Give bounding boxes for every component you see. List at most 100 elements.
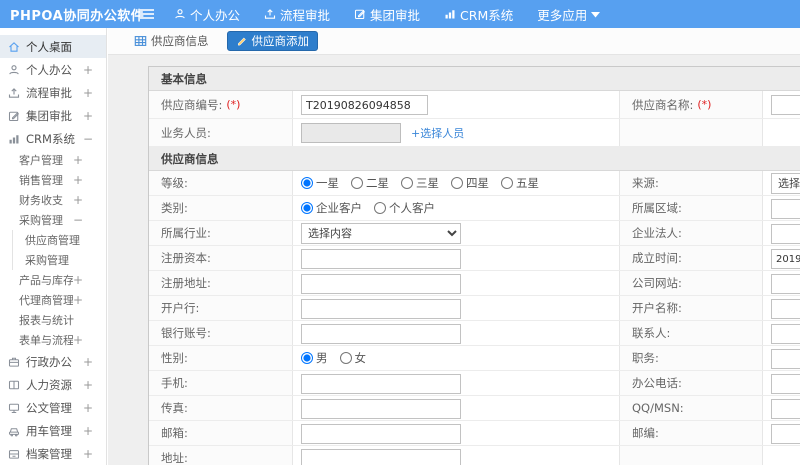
tab-item[interactable]: 供应商添加 — [226, 31, 318, 51]
sidebar-item-人力资源[interactable]: 人力资源 + — [0, 373, 106, 396]
level-radio[interactable] — [401, 177, 413, 189]
expand-plus-icon[interactable]: + — [83, 424, 93, 438]
radio-option[interactable]: 二星 — [351, 175, 389, 191]
expand-plus-icon[interactable]: + — [73, 193, 83, 207]
radio-option[interactable]: 三星 — [401, 175, 439, 191]
radio-option[interactable]: 女 — [339, 350, 366, 366]
chart-icon — [7, 133, 20, 145]
level-radio[interactable] — [451, 177, 463, 189]
sidebar-item-label: 人力资源 — [26, 377, 72, 392]
field-label: 性别: — [149, 346, 293, 370]
expand-plus-icon[interactable]: + — [73, 173, 83, 187]
sidebar-item-档案管理[interactable]: 档案管理 + — [0, 442, 106, 465]
expand-plus-icon[interactable]: + — [73, 153, 83, 167]
sidebar-item-代理商管理[interactable]: 代理商管理 + — [0, 290, 106, 310]
gender-radio[interactable] — [339, 352, 352, 364]
doc-icon — [7, 402, 20, 414]
mobile-input[interactable] — [301, 373, 461, 394]
sidebar-item-行政办公[interactable]: 行政办公 + — [0, 350, 106, 373]
category-radio[interactable] — [374, 202, 386, 214]
sidebar-item-个人办公[interactable]: 个人办公 + — [0, 58, 106, 81]
expand-plus-icon[interactable]: + — [73, 273, 83, 287]
tab-item[interactable]: 供应商信息 — [126, 31, 217, 51]
upload-icon — [7, 87, 20, 99]
sidebar-item-公文管理[interactable]: 公文管理 + — [0, 396, 106, 419]
expand-plus-icon[interactable]: + — [73, 333, 83, 347]
expand-plus-icon[interactable]: + — [83, 86, 93, 100]
bank-input[interactable] — [301, 298, 461, 319]
sidebar-item-报表与统计[interactable]: 报表与统计 — [0, 310, 106, 330]
sidebar-item-采购管理[interactable]: 采购管理 — [0, 250, 106, 270]
staff-input[interactable] — [301, 123, 401, 144]
topbar-menu-item[interactable]: 个人办公 — [174, 5, 240, 24]
expand-plus-icon[interactable]: + — [73, 293, 83, 307]
field-label: 开户名称: — [619, 296, 763, 320]
industry-select[interactable]: 选择内容 — [301, 223, 461, 244]
expand-plus-icon[interactable]: + — [83, 109, 93, 123]
radio-option[interactable]: 四星 — [451, 175, 489, 191]
email-input[interactable] — [301, 423, 461, 444]
registered-address-input[interactable] — [301, 273, 461, 294]
sidebar-item-销售管理[interactable]: 销售管理 + — [0, 170, 106, 190]
radio-option[interactable]: 男 — [301, 350, 328, 366]
zip-input[interactable] — [771, 423, 800, 444]
registered-capital-input[interactable] — [301, 248, 461, 269]
topbar-menu-item[interactable]: 流程审批 — [264, 5, 330, 24]
website-input[interactable] — [771, 273, 800, 294]
field-label: 邮箱: — [149, 421, 293, 445]
topbar-menu-item[interactable]: 集团审批 — [354, 5, 420, 24]
level-radio[interactable] — [351, 177, 363, 189]
app-root: PHPOA协同办公软件 个人办公 流程审批 集团审批 CRM系统 更多应用 个人桌面 个人… — [0, 0, 800, 465]
supplier-name-input[interactable] — [771, 95, 800, 116]
legal-person-input[interactable] — [771, 223, 800, 244]
level-radio[interactable] — [501, 177, 513, 189]
sidebar-item-个人桌面[interactable]: 个人桌面 — [0, 35, 106, 58]
fax-input[interactable] — [301, 398, 461, 419]
title-input[interactable] — [771, 348, 800, 369]
sidebar-item-财务收支[interactable]: 财务收支 + — [0, 190, 106, 210]
topbar-menu-item[interactable]: 更多应用 — [537, 5, 601, 24]
sidebar-item-集团审批[interactable]: 集团审批 + — [0, 104, 106, 127]
field-label: 所属行业: — [149, 221, 293, 245]
hamburger-menu-icon[interactable] — [132, 8, 162, 20]
category-radio[interactable] — [301, 202, 313, 214]
expand-plus-icon[interactable]: + — [83, 63, 93, 77]
collapse-minus-icon[interactable]: − — [73, 213, 83, 227]
select-person-link[interactable]: +选择人员 — [411, 127, 464, 140]
qq-msn-input[interactable] — [771, 398, 800, 419]
sidebar-item-表单与流程设置[interactable]: 表单与流程设置+ — [0, 330, 106, 350]
sidebar-item-产品与库存[interactable]: 产品与库存 + — [0, 270, 106, 290]
level-radio[interactable] — [301, 177, 313, 189]
radio-option[interactable]: 个人客户 — [374, 200, 435, 216]
tab-label: 供应商添加 — [251, 34, 310, 48]
gender-radio[interactable] — [301, 352, 313, 364]
sidebar-item-客户管理[interactable]: 客户管理 + — [0, 150, 106, 170]
radio-option[interactable]: 一星 — [301, 175, 339, 191]
source-select[interactable]: 选择内容 — [771, 173, 800, 194]
home-icon — [7, 41, 20, 53]
collapse-minus-icon[interactable]: − — [83, 132, 93, 146]
form-row: 等级: 一星 二星 三星 四星 五星 来源: 选择内容 — [149, 171, 800, 196]
office-phone-input[interactable] — [771, 373, 800, 394]
radio-option[interactable]: 五星 — [501, 175, 539, 191]
expand-plus-icon[interactable]: + — [83, 355, 93, 369]
radio-option[interactable]: 企业客户 — [301, 200, 362, 216]
sidebar-item-label: 用车管理 — [26, 423, 72, 438]
content-area: 基本信息供应商编号:(*) 供应商名称:(*) 业务人员: +选择人员供应商信息等级:… — [108, 55, 800, 465]
expand-plus-icon[interactable]: + — [83, 401, 93, 415]
account-name-input[interactable] — [771, 298, 800, 319]
expand-plus-icon[interactable]: + — [83, 447, 93, 461]
bank-account-input[interactable] — [301, 323, 461, 344]
contact-input[interactable] — [771, 323, 800, 344]
founded-date-input[interactable] — [771, 249, 800, 270]
expand-plus-icon[interactable]: + — [83, 378, 93, 392]
sidebar-item-CRM系统[interactable]: CRM系统 − — [0, 127, 106, 150]
address-input[interactable] — [301, 448, 461, 465]
sidebar-item-采购管理[interactable]: 采购管理 − — [0, 210, 106, 230]
region-input[interactable] — [771, 198, 800, 219]
supplier-code-input[interactable] — [301, 95, 428, 116]
sidebar-item-流程审批[interactable]: 流程审批 + — [0, 81, 106, 104]
sidebar-item-用车管理[interactable]: 用车管理 + — [0, 419, 106, 442]
sidebar-item-供应商管理[interactable]: 供应商管理 — [0, 230, 106, 250]
topbar-menu-item[interactable]: CRM系统 — [444, 5, 513, 24]
